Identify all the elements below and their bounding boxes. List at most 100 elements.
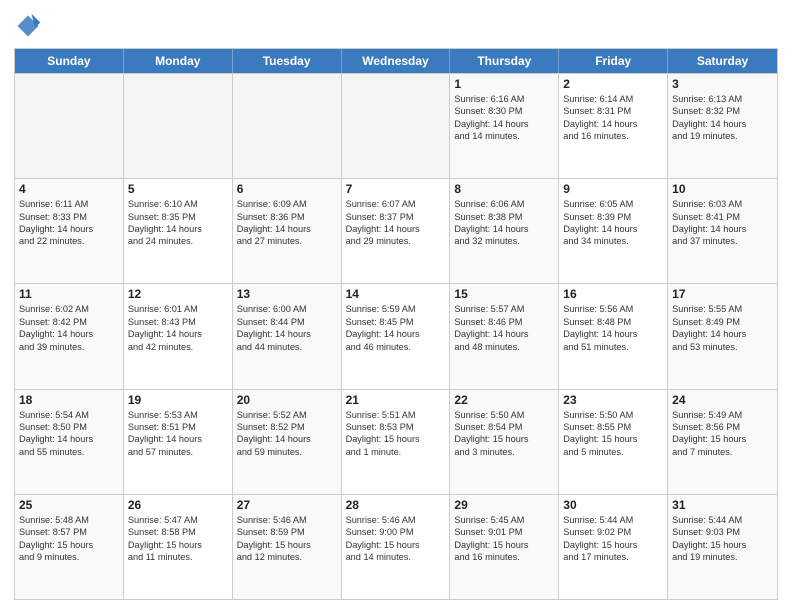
cell-info-line: Sunset: 8:54 PM bbox=[454, 421, 554, 433]
cell-info-line: Sunset: 9:03 PM bbox=[672, 526, 773, 538]
cell-info-line: Sunrise: 6:11 AM bbox=[19, 198, 119, 210]
cell-info-line: Daylight: 14 hours bbox=[454, 328, 554, 340]
cell-info-line: Daylight: 15 hours bbox=[128, 539, 228, 551]
cell-info-line: Daylight: 14 hours bbox=[19, 223, 119, 235]
cell-info-line: Sunrise: 5:53 AM bbox=[128, 409, 228, 421]
day-number: 26 bbox=[128, 498, 228, 512]
cell-info-line: Sunset: 9:02 PM bbox=[563, 526, 663, 538]
cell-info-line: Sunrise: 6:05 AM bbox=[563, 198, 663, 210]
calendar: SundayMondayTuesdayWednesdayThursdayFrid… bbox=[14, 48, 778, 600]
cell-info-line: Sunrise: 6:07 AM bbox=[346, 198, 446, 210]
cal-row-5: 25Sunrise: 5:48 AMSunset: 8:57 PMDayligh… bbox=[15, 494, 777, 599]
cell-info-line: Sunset: 8:39 PM bbox=[563, 211, 663, 223]
day-of-week-monday: Monday bbox=[124, 49, 233, 73]
empty-cell bbox=[233, 74, 342, 178]
cell-info-line: Sunset: 8:51 PM bbox=[128, 421, 228, 433]
empty-cell bbox=[124, 74, 233, 178]
day-cell-18: 18Sunrise: 5:54 AMSunset: 8:50 PMDayligh… bbox=[15, 390, 124, 494]
cell-info-line: and 9 minutes. bbox=[19, 551, 119, 563]
cell-info-line: Sunrise: 5:45 AM bbox=[454, 514, 554, 526]
header bbox=[14, 12, 778, 40]
cell-info-line: and 34 minutes. bbox=[563, 235, 663, 247]
cell-info-line: Sunset: 8:57 PM bbox=[19, 526, 119, 538]
cell-info-line: Daylight: 14 hours bbox=[454, 118, 554, 130]
cell-info-line: Sunset: 9:00 PM bbox=[346, 526, 446, 538]
day-cell-1: 1Sunrise: 6:16 AMSunset: 8:30 PMDaylight… bbox=[450, 74, 559, 178]
cell-info-line: Sunrise: 6:06 AM bbox=[454, 198, 554, 210]
cell-info-line: Sunset: 8:49 PM bbox=[672, 316, 773, 328]
day-number: 8 bbox=[454, 182, 554, 196]
cell-info-line: Daylight: 15 hours bbox=[454, 539, 554, 551]
cell-info-line: Sunset: 8:56 PM bbox=[672, 421, 773, 433]
day-number: 14 bbox=[346, 287, 446, 301]
cell-info-line: Sunrise: 5:55 AM bbox=[672, 303, 773, 315]
cell-info-line: and 19 minutes. bbox=[672, 130, 773, 142]
cell-info-line: Sunrise: 6:16 AM bbox=[454, 93, 554, 105]
cell-info-line: Sunset: 8:45 PM bbox=[346, 316, 446, 328]
day-cell-19: 19Sunrise: 5:53 AMSunset: 8:51 PMDayligh… bbox=[124, 390, 233, 494]
cell-info-line: Sunset: 8:48 PM bbox=[563, 316, 663, 328]
cell-info-line: and 24 minutes. bbox=[128, 235, 228, 247]
cell-info-line: and 14 minutes. bbox=[454, 130, 554, 142]
cell-info-line: Sunrise: 5:44 AM bbox=[563, 514, 663, 526]
cell-info-line: Daylight: 14 hours bbox=[563, 118, 663, 130]
day-number: 18 bbox=[19, 393, 119, 407]
cell-info-line: Sunrise: 5:56 AM bbox=[563, 303, 663, 315]
cell-info-line: and 46 minutes. bbox=[346, 341, 446, 353]
day-of-week-tuesday: Tuesday bbox=[233, 49, 342, 73]
cell-info-line: and 16 minutes. bbox=[563, 130, 663, 142]
day-cell-27: 27Sunrise: 5:46 AMSunset: 8:59 PMDayligh… bbox=[233, 495, 342, 599]
cell-info-line: Daylight: 14 hours bbox=[563, 223, 663, 235]
cell-info-line: Daylight: 14 hours bbox=[346, 223, 446, 235]
day-cell-2: 2Sunrise: 6:14 AMSunset: 8:31 PMDaylight… bbox=[559, 74, 668, 178]
day-number: 22 bbox=[454, 393, 554, 407]
cell-info-line: Daylight: 14 hours bbox=[346, 328, 446, 340]
cell-info-line: and 51 minutes. bbox=[563, 341, 663, 353]
day-cell-8: 8Sunrise: 6:06 AMSunset: 8:38 PMDaylight… bbox=[450, 179, 559, 283]
cell-info-line: and 59 minutes. bbox=[237, 446, 337, 458]
day-of-week-friday: Friday bbox=[559, 49, 668, 73]
cell-info-line: Sunrise: 5:46 AM bbox=[346, 514, 446, 526]
cell-info-line: Sunrise: 6:09 AM bbox=[237, 198, 337, 210]
cell-info-line: and 7 minutes. bbox=[672, 446, 773, 458]
cell-info-line: and 44 minutes. bbox=[237, 341, 337, 353]
cell-info-line: and 11 minutes. bbox=[128, 551, 228, 563]
day-number: 1 bbox=[454, 77, 554, 91]
day-number: 4 bbox=[19, 182, 119, 196]
cell-info-line: Daylight: 15 hours bbox=[563, 433, 663, 445]
cell-info-line: Sunrise: 5:54 AM bbox=[19, 409, 119, 421]
cell-info-line: and 32 minutes. bbox=[454, 235, 554, 247]
cell-info-line: Daylight: 14 hours bbox=[128, 328, 228, 340]
cell-info-line: Sunset: 8:31 PM bbox=[563, 105, 663, 117]
cell-info-line: Daylight: 14 hours bbox=[237, 433, 337, 445]
cell-info-line: Sunrise: 6:02 AM bbox=[19, 303, 119, 315]
cell-info-line: and 1 minute. bbox=[346, 446, 446, 458]
day-number: 21 bbox=[346, 393, 446, 407]
cell-info-line: and 42 minutes. bbox=[128, 341, 228, 353]
day-number: 28 bbox=[346, 498, 446, 512]
day-number: 29 bbox=[454, 498, 554, 512]
day-cell-22: 22Sunrise: 5:50 AMSunset: 8:54 PMDayligh… bbox=[450, 390, 559, 494]
day-cell-13: 13Sunrise: 6:00 AMSunset: 8:44 PMDayligh… bbox=[233, 284, 342, 388]
cell-info-line: Sunrise: 5:51 AM bbox=[346, 409, 446, 421]
cell-info-line: Sunset: 8:41 PM bbox=[672, 211, 773, 223]
day-cell-30: 30Sunrise: 5:44 AMSunset: 9:02 PMDayligh… bbox=[559, 495, 668, 599]
cell-info-line: and 3 minutes. bbox=[454, 446, 554, 458]
day-number: 6 bbox=[237, 182, 337, 196]
cell-info-line: Sunrise: 5:44 AM bbox=[672, 514, 773, 526]
cell-info-line: and 12 minutes. bbox=[237, 551, 337, 563]
cal-row-2: 4Sunrise: 6:11 AMSunset: 8:33 PMDaylight… bbox=[15, 178, 777, 283]
cell-info-line: Sunset: 8:38 PM bbox=[454, 211, 554, 223]
day-number: 9 bbox=[563, 182, 663, 196]
day-cell-3: 3Sunrise: 6:13 AMSunset: 8:32 PMDaylight… bbox=[668, 74, 777, 178]
logo bbox=[14, 12, 46, 40]
cell-info-line: and 14 minutes. bbox=[346, 551, 446, 563]
cell-info-line: and 27 minutes. bbox=[237, 235, 337, 247]
cell-info-line: Sunrise: 5:50 AM bbox=[563, 409, 663, 421]
cell-info-line: Daylight: 15 hours bbox=[19, 539, 119, 551]
day-cell-29: 29Sunrise: 5:45 AMSunset: 9:01 PMDayligh… bbox=[450, 495, 559, 599]
day-number: 11 bbox=[19, 287, 119, 301]
day-cell-16: 16Sunrise: 5:56 AMSunset: 8:48 PMDayligh… bbox=[559, 284, 668, 388]
cell-info-line: and 17 minutes. bbox=[563, 551, 663, 563]
day-cell-25: 25Sunrise: 5:48 AMSunset: 8:57 PMDayligh… bbox=[15, 495, 124, 599]
